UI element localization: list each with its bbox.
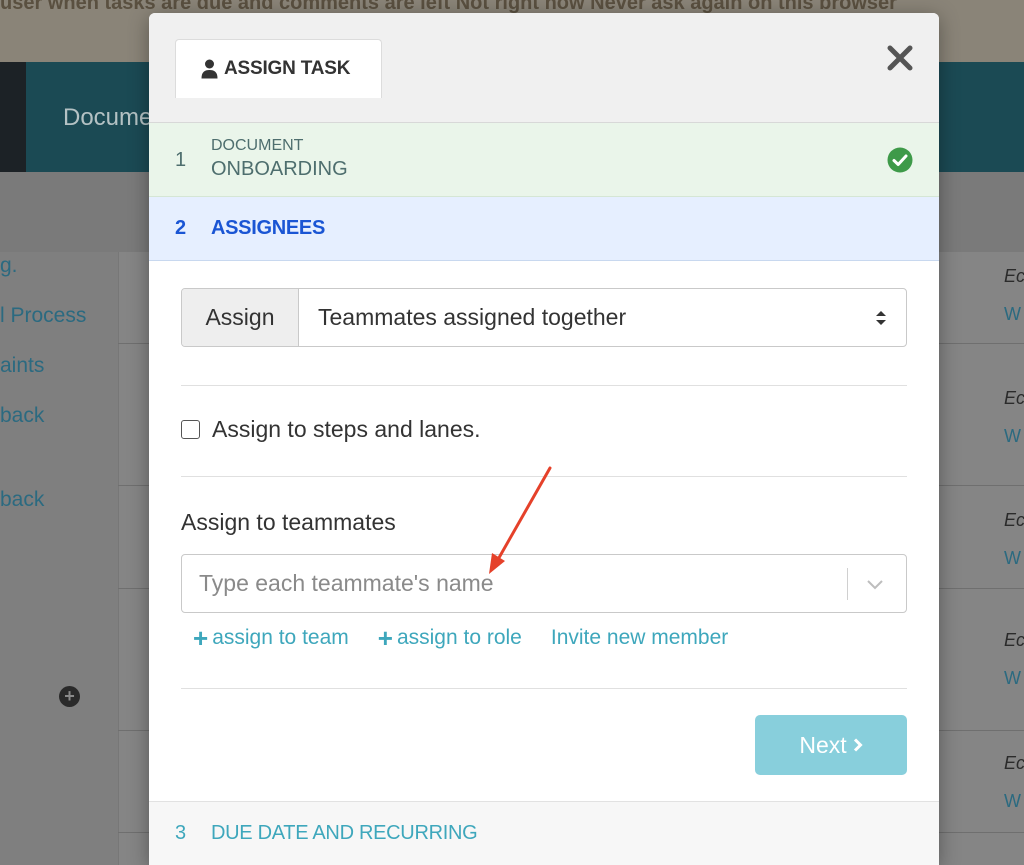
step-number: 2 (175, 217, 187, 239)
table-cell-fragment: Ec (1004, 753, 1024, 773)
checkbox-label: Assign to steps and lanes. (212, 416, 481, 442)
step-title: DUE DATE AND RECURRING (211, 822, 478, 844)
step-number: 3 (175, 822, 187, 844)
close-button[interactable] (883, 41, 917, 75)
close-icon (887, 45, 913, 71)
step-title: ONBOARDING (211, 158, 348, 180)
plus-icon: + (377, 623, 393, 653)
nav-item-documents[interactable]: Docume (63, 104, 152, 132)
next-button[interactable]: Next (755, 715, 907, 775)
assign-to-team-link[interactable]: + assign to team (193, 625, 349, 651)
chevron-down-icon[interactable] (865, 576, 885, 592)
step-subtitle: DOCUMENT (211, 137, 304, 154)
sidebar-link[interactable]: back (0, 488, 44, 512)
check-circle-icon (887, 147, 913, 173)
assign-links: + assign to team + assign to role Invite… (193, 623, 728, 653)
step-number: 1 (175, 149, 187, 171)
assign-mode-value[interactable]: Teammates assigned together (299, 289, 906, 346)
divider (181, 688, 907, 689)
table-link-fragment[interactable]: W (1004, 668, 1021, 689)
teammate-search-input[interactable] (182, 555, 842, 612)
table-link-fragment[interactable]: W (1004, 548, 1021, 569)
add-circle-icon[interactable]: + (59, 686, 80, 707)
step-title: ASSIGNEES (211, 217, 325, 239)
table-link-fragment[interactable]: W (1004, 791, 1021, 812)
next-label: Next (799, 731, 847, 758)
table-link-fragment[interactable]: W (1004, 304, 1021, 325)
step-due-date[interactable]: 3 DUE DATE AND RECURRING (149, 801, 939, 865)
divider (181, 476, 907, 477)
assign-to-role-label: assign to role (396, 626, 522, 649)
sidebar-link[interactable]: g. (0, 254, 18, 278)
sidebar-link[interactable]: back (0, 404, 44, 428)
assign-task-modal: ASSIGN TASK 1 DOCUMENT ONBOARDING 2 ASSI… (149, 13, 939, 865)
sidebar-link[interactable]: l Process (0, 304, 86, 328)
teammate-select[interactable] (181, 554, 907, 613)
table-link-fragment[interactable]: W (1004, 426, 1021, 447)
invite-new-member-link[interactable]: Invite new member (551, 626, 728, 650)
assign-mode-text: Teammates assigned together (318, 304, 627, 330)
plus-icon: + (193, 623, 209, 653)
chevron-right-icon (853, 738, 863, 752)
user-icon (201, 59, 218, 79)
table-cell-fragment: Ec (1004, 630, 1024, 650)
step-assignees[interactable]: 2 ASSIGNEES (149, 197, 939, 261)
assign-addon-label: Assign (182, 289, 299, 346)
tab-assign-task[interactable]: ASSIGN TASK (175, 39, 382, 98)
steps-lanes-option[interactable]: Assign to steps and lanes. (181, 416, 481, 443)
divider (181, 385, 907, 386)
sidebar-link[interactable]: aints (0, 354, 44, 378)
assign-to-role-link[interactable]: + assign to role (378, 625, 522, 651)
teammates-label: Assign to teammates (181, 509, 396, 535)
assign-to-team-label: assign to team (212, 626, 349, 649)
input-separator (847, 568, 848, 600)
table-cell-fragment: Ec (1004, 266, 1024, 286)
modal-header: ASSIGN TASK (149, 13, 939, 123)
table-cell-fragment: Ec (1004, 510, 1024, 530)
table-cell-fragment: Ec (1004, 388, 1024, 408)
step-document[interactable]: 1 DOCUMENT ONBOARDING (149, 123, 939, 197)
steps-lanes-checkbox[interactable] (181, 420, 200, 439)
assign-mode-select[interactable]: Assign Teammates assigned together (181, 288, 907, 347)
tab-label: ASSIGN TASK (224, 58, 351, 79)
sort-arrows-icon (876, 311, 886, 325)
nav-dark-strip (0, 62, 26, 172)
